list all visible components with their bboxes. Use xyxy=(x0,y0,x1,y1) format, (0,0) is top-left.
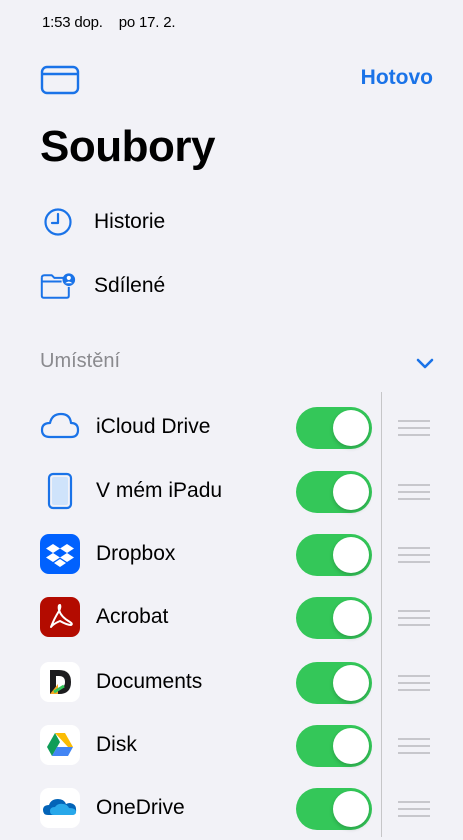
sidebar-toggle-icon[interactable] xyxy=(40,64,80,96)
status-bar: 1:53 dop. po 17. 2. xyxy=(42,14,176,31)
reorder-handle-icon[interactable] xyxy=(398,609,430,627)
location-row-on-my-ipad: V mém iPadu xyxy=(0,459,463,523)
acrobat-icon xyxy=(40,597,80,637)
toggle-knob xyxy=(333,537,369,573)
reorder-handle-icon[interactable] xyxy=(398,737,430,755)
chevron-down-icon[interactable] xyxy=(414,356,436,372)
location-row-documents: Documents xyxy=(0,650,463,714)
location-label: OneDrive xyxy=(96,796,185,819)
toggle-knob xyxy=(333,791,369,827)
nav-item-history[interactable]: Historie xyxy=(40,202,165,242)
location-toggle-icloud-drive[interactable] xyxy=(296,407,372,449)
toggle-knob xyxy=(333,665,369,701)
locations-section-header[interactable]: Umístění xyxy=(40,350,120,373)
location-toggle-google-drive[interactable] xyxy=(296,725,372,767)
location-label: V mém iPadu xyxy=(96,479,223,502)
toggle-knob xyxy=(333,600,369,636)
location-toggle-dropbox[interactable] xyxy=(296,534,372,576)
location-label: Acrobat xyxy=(96,605,169,628)
clock-icon xyxy=(40,204,76,240)
onedrive-icon xyxy=(40,788,80,828)
location-label: Disk xyxy=(96,733,137,756)
status-time: 1:53 dop. xyxy=(42,14,103,31)
reorder-handle-icon[interactable] xyxy=(398,800,430,818)
location-row-acrobat: Acrobat xyxy=(0,585,463,649)
reorder-handle-icon[interactable] xyxy=(398,674,430,692)
location-toggle-on-my-ipad[interactable] xyxy=(296,471,372,513)
ipad-icon xyxy=(40,471,80,511)
status-date: po 17. 2. xyxy=(118,14,176,31)
location-toggle-documents[interactable] xyxy=(296,662,372,704)
nav-item-shared[interactable]: Sdílené xyxy=(40,266,165,306)
google-drive-icon xyxy=(40,725,80,765)
toggle-knob xyxy=(333,410,369,446)
reorder-handle-icon[interactable] xyxy=(398,546,430,564)
location-label: Documents xyxy=(96,670,203,693)
shared-folder-icon xyxy=(40,268,76,304)
page-title: Soubory xyxy=(40,122,215,171)
location-row-icloud-drive: iCloud Drive xyxy=(0,395,463,459)
reorder-handle-icon[interactable] xyxy=(398,483,430,501)
documents-icon xyxy=(40,662,80,702)
toggle-knob xyxy=(333,728,369,764)
dropbox-icon xyxy=(40,534,80,574)
location-toggle-onedrive[interactable] xyxy=(296,788,372,830)
icloud-icon xyxy=(40,407,80,447)
location-label: iCloud Drive xyxy=(96,415,211,438)
toggle-knob xyxy=(333,474,369,510)
nav-item-label: Historie xyxy=(94,210,166,233)
location-toggle-acrobat[interactable] xyxy=(296,597,372,639)
location-row-dropbox: Dropbox xyxy=(0,522,463,586)
reorder-handle-icon[interactable] xyxy=(398,419,430,437)
nav-item-label: Sdílené xyxy=(94,274,166,297)
location-row-onedrive: OneDrive xyxy=(0,776,463,840)
location-row-google-drive: Disk xyxy=(0,713,463,777)
location-label: Dropbox xyxy=(96,542,176,565)
done-button[interactable]: Hotovo xyxy=(361,66,433,90)
